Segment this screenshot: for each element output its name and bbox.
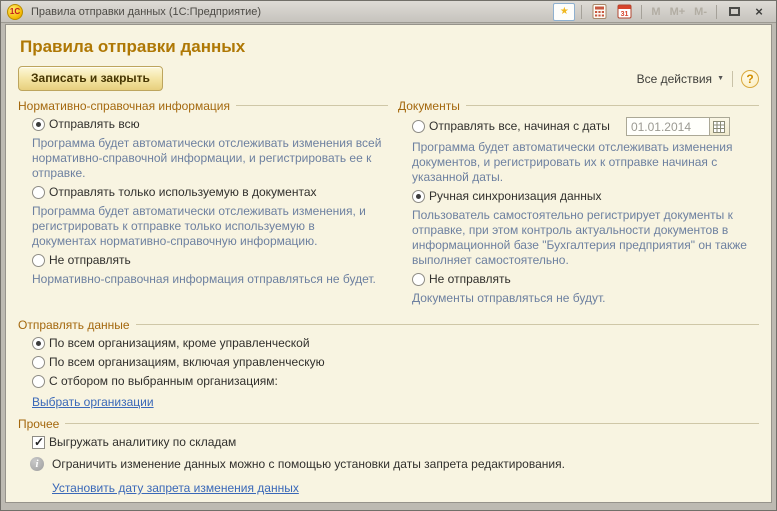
- calendar-grid-icon: [713, 121, 725, 133]
- radio-icon[interactable]: [32, 118, 45, 131]
- section-rule: [466, 105, 759, 106]
- option-description: Программа будет автоматически отслеживат…: [412, 140, 753, 185]
- close-button[interactable]: ×: [748, 3, 770, 21]
- 1c-logo-icon: 1С: [7, 4, 23, 20]
- maximize-button[interactable]: [723, 3, 745, 21]
- help-button[interactable]: ?: [741, 70, 759, 88]
- radio-option-no-send-nsi[interactable]: Не отправлять: [32, 253, 388, 268]
- radio-icon[interactable]: [32, 254, 45, 267]
- option-description: Нормативно-справочная информация отправл…: [32, 272, 382, 287]
- command-bar: Записать и закрыть Все действия ▼ ?: [18, 66, 759, 91]
- radio-option-manual-sync[interactable]: Ручная синхронизация данных: [412, 189, 759, 204]
- choose-organizations-link[interactable]: Выбрать организации: [32, 395, 154, 409]
- radio-option-all-orgs-including-managerial[interactable]: По всем организациям, включая управленче…: [32, 355, 759, 370]
- section-rule: [236, 105, 388, 106]
- info-icon: i: [30, 457, 44, 471]
- option-description: Пользователь самостоятельно регистрирует…: [412, 208, 753, 268]
- option-description: Программа будет автоматически отслеживат…: [32, 204, 382, 249]
- start-date-field[interactable]: [626, 117, 710, 136]
- radio-option-send-all-docs[interactable]: Отправлять все, начиная с даты: [412, 117, 759, 136]
- option-description: Программа будет автоматически отслеживат…: [32, 136, 382, 181]
- close-icon: ×: [755, 4, 763, 19]
- app-window: 1С Правила отправки данных (1С:Предприят…: [0, 0, 777, 511]
- section-other: Прочее Выгружать аналитику по складам i …: [18, 416, 759, 495]
- form-content: Правила отправки данных Записать и закры…: [5, 24, 772, 503]
- radio-option-send-used-nsi[interactable]: Отправлять только используемую в докумен…: [32, 185, 388, 200]
- two-column-area: Нормативно-справочная информация Отправл…: [18, 98, 759, 310]
- section-title-nsi: Нормативно-справочная информация: [18, 99, 230, 113]
- maximize-icon: [729, 7, 740, 16]
- memory-m-button[interactable]: M: [648, 3, 663, 21]
- checkbox-export-warehouse-analytics[interactable]: Выгружать аналитику по складам: [32, 435, 759, 450]
- info-message: i Ограничить изменение данных можно с по…: [30, 457, 759, 471]
- section-rule: [65, 423, 759, 424]
- titlebar-separator: [641, 5, 642, 19]
- radio-icon[interactable]: [412, 190, 425, 203]
- date-picker-button[interactable]: [710, 117, 730, 136]
- titlebar-separator: [581, 5, 582, 19]
- radio-icon[interactable]: [32, 337, 45, 350]
- section-title-send-data: Отправлять данные: [18, 318, 130, 332]
- memory-m-minus-button[interactable]: M-: [691, 3, 710, 21]
- save-and-close-button[interactable]: Записать и закрыть: [18, 66, 163, 91]
- radio-icon[interactable]: [412, 273, 425, 286]
- radio-icon[interactable]: [412, 120, 425, 133]
- section-nsi: Нормативно-справочная информация Отправл…: [18, 98, 388, 310]
- favorites-icon[interactable]: ★: [553, 3, 575, 21]
- window-title: Правила отправки данных (1С:Предприятие): [31, 6, 261, 18]
- memory-m-plus-button[interactable]: M+: [667, 3, 689, 21]
- all-actions-button[interactable]: Все действия ▼: [637, 72, 724, 86]
- section-send-data: Отправлять данные По всем организациям, …: [18, 317, 759, 409]
- section-title-other: Прочее: [18, 417, 59, 431]
- radio-icon[interactable]: [32, 356, 45, 369]
- section-documents: Документы Отправлять все, начиная с даты…: [398, 98, 759, 310]
- section-title-documents: Документы: [398, 99, 460, 113]
- calendar-icon[interactable]: 31: [613, 3, 635, 21]
- radio-option-all-orgs-except-managerial[interactable]: По всем организациям, кроме управленческ…: [32, 336, 759, 351]
- radio-option-send-all-nsi[interactable]: Отправлять всю: [32, 117, 388, 132]
- chevron-down-icon: ▼: [717, 75, 724, 82]
- radio-option-no-send-docs[interactable]: Не отправлять: [412, 272, 759, 287]
- option-description: Документы отправляться не будут.: [412, 291, 753, 306]
- titlebar-separator: [716, 5, 717, 19]
- page-title: Правила отправки данных: [20, 37, 759, 57]
- titlebar[interactable]: 1С Правила отправки данных (1С:Предприят…: [1, 1, 776, 23]
- checkbox-icon[interactable]: [32, 436, 45, 449]
- radio-icon[interactable]: [32, 186, 45, 199]
- radio-option-selected-orgs[interactable]: С отбором по выбранным организациям:: [32, 374, 759, 389]
- radio-icon[interactable]: [32, 375, 45, 388]
- command-bar-separator: [732, 71, 733, 87]
- svg-text:31: 31: [621, 11, 629, 18]
- section-rule: [136, 324, 759, 325]
- set-restriction-date-link[interactable]: Установить дату запрета изменения данных: [52, 481, 299, 495]
- calculator-icon[interactable]: [588, 3, 610, 21]
